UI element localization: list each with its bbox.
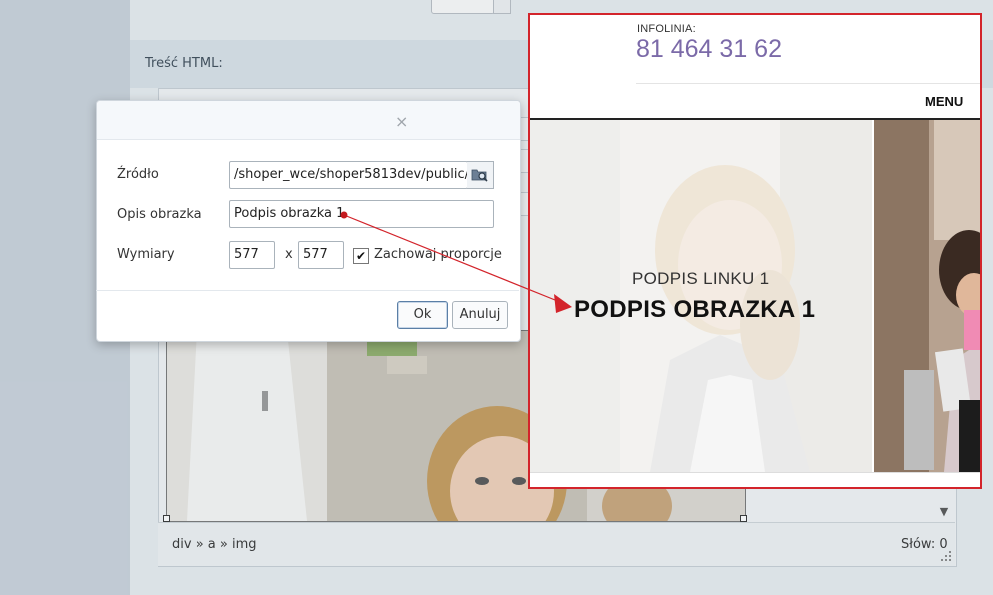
dimensions-label: Wymiary (117, 247, 175, 262)
storefront-preview: INFOLINIA: 81 464 31 62 MENU PODPIS LINK… (528, 13, 982, 489)
ok-button[interactable]: Ok (397, 301, 448, 329)
header-divider (636, 83, 980, 84)
dialog-footer-divider (96, 290, 519, 291)
chevron-down-icon[interactable]: ▼ (935, 503, 953, 521)
top-select-arrow[interactable] (493, 0, 511, 14)
slide-photo-2 (874, 120, 980, 472)
editor-statusbar (158, 522, 955, 566)
source-input[interactable]: /shoper_wce/shoper5813dev/public/ (229, 161, 468, 189)
preview-footer-strip (530, 472, 980, 487)
menu-button[interactable]: MENU (925, 94, 963, 109)
dimension-separator: x (285, 247, 293, 262)
height-input[interactable]: 577 (298, 241, 344, 269)
alt-label: Opis obrazka (117, 207, 202, 222)
element-path[interactable]: div » a » img (172, 537, 257, 552)
resize-handle[interactable] (740, 515, 747, 522)
resize-grip-icon[interactable] (940, 550, 952, 562)
resize-handle[interactable] (163, 515, 170, 522)
cancel-button[interactable]: Anuluj (452, 301, 508, 329)
dialog-header (97, 101, 520, 140)
slide-image-2 (874, 120, 980, 472)
slide-caption-link[interactable]: PODPIS LINKU 1 (632, 269, 769, 289)
width-input[interactable]: 577 (229, 241, 275, 269)
keep-ratio-label[interactable]: Zachowaj proporcje (374, 247, 502, 262)
slide-caption-title: PODPIS OBRAZKA 1 (574, 296, 816, 323)
alt-input[interactable]: Podpis obrazka 1 (229, 200, 494, 228)
folder-search-icon (471, 169, 488, 182)
hotline-phone: 81 464 31 62 (636, 35, 782, 63)
top-select[interactable] (431, 0, 495, 14)
source-label: Źródło (117, 167, 159, 182)
browse-button[interactable] (467, 161, 494, 189)
checkmark-icon: ✔ (355, 249, 367, 263)
close-icon[interactable]: × (395, 112, 408, 131)
hotline-label: INFOLINIA: (637, 23, 696, 35)
html-content-label: Treść HTML: (145, 56, 223, 71)
keep-ratio-checkbox[interactable]: ✔ (353, 248, 369, 264)
